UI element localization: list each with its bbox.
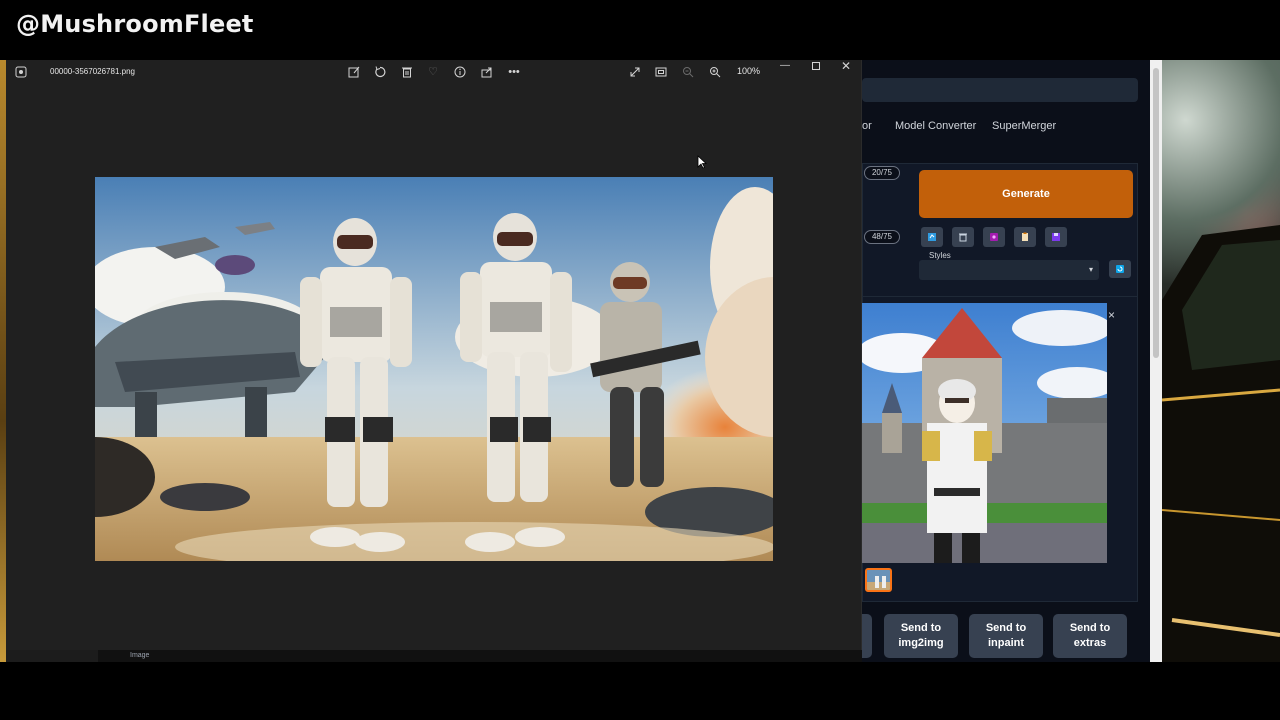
viewer-filename: 00000-3567026781.png <box>50 67 135 76</box>
send-img2img-line2: img2img <box>898 637 944 649</box>
photo-viewer-window: 00000-3567026781.png ♡ ••• 100% — ✕ <box>6 60 862 650</box>
expand-icon[interactable] <box>628 65 642 79</box>
send-inpaint-line1: Send to <box>985 622 1027 634</box>
send-inpaint-line2: inpaint <box>987 637 1025 649</box>
styles-label: Styles <box>929 251 951 260</box>
viewer-titlebar[interactable]: 00000-3567026781.png ♡ ••• 100% — ✕ <box>6 60 862 84</box>
send-to-img2img-button[interactable]: Send to img2img <box>884 614 958 658</box>
desktop-area: or Model Converter SuperMerger 20/75 48/… <box>0 60 1280 662</box>
close-preview-icon[interactable]: × <box>1108 308 1115 322</box>
generate-button[interactable]: Generate <box>919 170 1133 218</box>
more-icon[interactable]: ••• <box>507 65 521 79</box>
gallery-thumbnail-selected[interactable] <box>865 568 892 592</box>
mouse-cursor-icon <box>697 155 707 169</box>
paste-icon[interactable] <box>921 227 943 247</box>
favorite-icon[interactable]: ♡ <box>426 65 440 79</box>
viewer-main-image[interactable] <box>95 177 773 561</box>
send-to-extras-button[interactable]: Send to extras <box>1053 614 1127 658</box>
screen: @MushroomFleet or Model Converter SuperM… <box>0 0 1280 720</box>
fit-window-icon[interactable] <box>654 65 668 79</box>
clipboard-icon[interactable] <box>1014 227 1036 247</box>
channel-watermark: @MushroomFleet <box>16 10 254 38</box>
send-to-inpaint-button[interactable]: Send to inpaint <box>969 614 1043 658</box>
zoom-level[interactable]: 100% <box>737 66 760 76</box>
delete-icon[interactable] <box>400 65 414 79</box>
maximize-icon[interactable] <box>806 60 826 74</box>
browser-scrollbar[interactable] <box>1150 60 1162 662</box>
extra-networks-icon[interactable] <box>983 227 1005 247</box>
chevron-down-icon: ▾ <box>1088 265 1093 274</box>
webui-panel: or Model Converter SuperMerger 20/75 48/… <box>862 60 1150 662</box>
styles-dropdown[interactable]: ▾ <box>919 260 1099 280</box>
webui-top-bar[interactable] <box>862 78 1138 102</box>
prompt-token-counter: 20/75 <box>864 166 900 180</box>
tab-truncated[interactable]: or <box>862 120 872 132</box>
trash-icon[interactable] <box>952 227 974 247</box>
rotate-icon[interactable] <box>373 65 387 79</box>
tab-model-converter[interactable]: Model Converter <box>895 120 976 132</box>
zoom-in-icon[interactable] <box>708 65 722 79</box>
photos-app-icon <box>15 65 27 78</box>
tab-supermerger[interactable]: SuperMerger <box>992 120 1056 132</box>
close-icon[interactable]: ✕ <box>836 60 856 74</box>
generated-preview-image[interactable] <box>862 303 1107 563</box>
save-style-icon[interactable] <box>1045 227 1067 247</box>
share-icon[interactable] <box>480 65 494 79</box>
underlying-tab-image[interactable]: Image <box>130 652 149 659</box>
send-button-truncated[interactable] <box>862 614 872 658</box>
edit-icon[interactable] <box>347 65 361 79</box>
send-extras-line1: Send to <box>1069 622 1111 634</box>
underlying-window-strip <box>98 650 862 662</box>
refresh-styles-icon[interactable] <box>1109 260 1131 278</box>
minimize-icon[interactable]: — <box>775 60 795 74</box>
negative-token-counter: 48/75 <box>864 230 900 244</box>
send-img2img-line1: Send to <box>900 622 942 634</box>
scrollbar-thumb[interactable] <box>1153 68 1159 358</box>
background-car-photo <box>1162 60 1280 662</box>
info-icon[interactable] <box>453 65 467 79</box>
zoom-out-icon[interactable] <box>681 65 695 79</box>
send-extras-line2: extras <box>1073 637 1107 649</box>
